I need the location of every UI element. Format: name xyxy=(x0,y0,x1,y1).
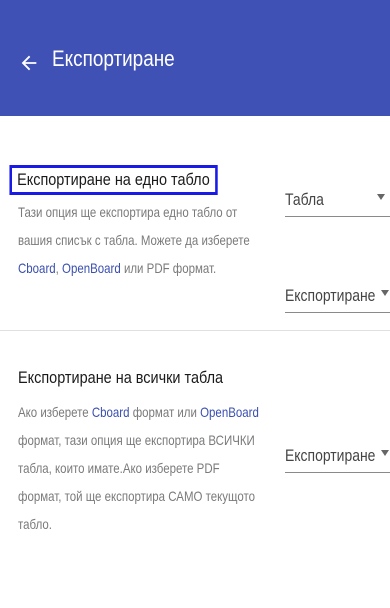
caret-down-icon xyxy=(377,194,385,200)
back-button[interactable] xyxy=(14,48,44,78)
desc-pre: Ако изберете xyxy=(18,404,92,420)
desc-mid: формат или xyxy=(129,404,201,420)
app-bar: Експортиране xyxy=(0,0,390,116)
single-board-description: Тази опция ще експортира едно табло от в… xyxy=(18,198,264,282)
single-board-desc-line3: Cboard, OpenBoard или PDF формат. xyxy=(18,254,264,282)
page-title: Експортиране xyxy=(52,46,175,71)
desc-tail: или PDF формат. xyxy=(120,260,217,276)
all-boards-desc-line4: формат, той ще експортира САМО текущото xyxy=(18,488,256,504)
single-board-desc-line2: вашия списък с табла. Можете да изберете xyxy=(18,232,250,248)
all-boards-desc-line3: табла, които имате.Ако изберете PDF xyxy=(18,460,220,476)
openboard-link[interactable]: OpenBoard xyxy=(62,260,121,276)
all-boards-format-select[interactable]: Експортиране xyxy=(285,440,390,473)
arrow-left-icon xyxy=(21,55,37,71)
board-select[interactable]: Табла xyxy=(285,184,390,217)
single-board-desc-line1: Тази опция ще експортира едно табло от xyxy=(18,204,238,220)
all-boards-desc-line5: табло. xyxy=(18,516,52,532)
single-board-format-select[interactable]: Експортиране xyxy=(285,280,390,313)
all-boards-desc-line1: Ако изберете Cboard формат или OpenBoard xyxy=(18,398,264,426)
caret-down-icon xyxy=(381,450,389,456)
single-board-title: Експортиране на едно табло xyxy=(9,165,218,195)
cboard-link[interactable]: Cboard xyxy=(92,404,130,420)
all-boards-title: Експортиране на всички табла xyxy=(18,368,224,387)
board-select-value: Табла xyxy=(285,190,324,209)
all-boards-desc-line2: формат, тази опция ще експортира ВСИЧКИ xyxy=(18,432,255,448)
section-divider xyxy=(0,330,390,331)
cboard-link[interactable]: Cboard xyxy=(18,260,56,276)
caret-down-icon xyxy=(381,290,389,296)
all-boards-description: Ако изберете Cboard формат или OpenBoard… xyxy=(18,398,264,538)
all-boards-format-value: Експортиране xyxy=(285,446,376,465)
openboard-link[interactable]: OpenBoard xyxy=(200,404,259,420)
single-board-format-value: Експортиране xyxy=(285,286,376,305)
